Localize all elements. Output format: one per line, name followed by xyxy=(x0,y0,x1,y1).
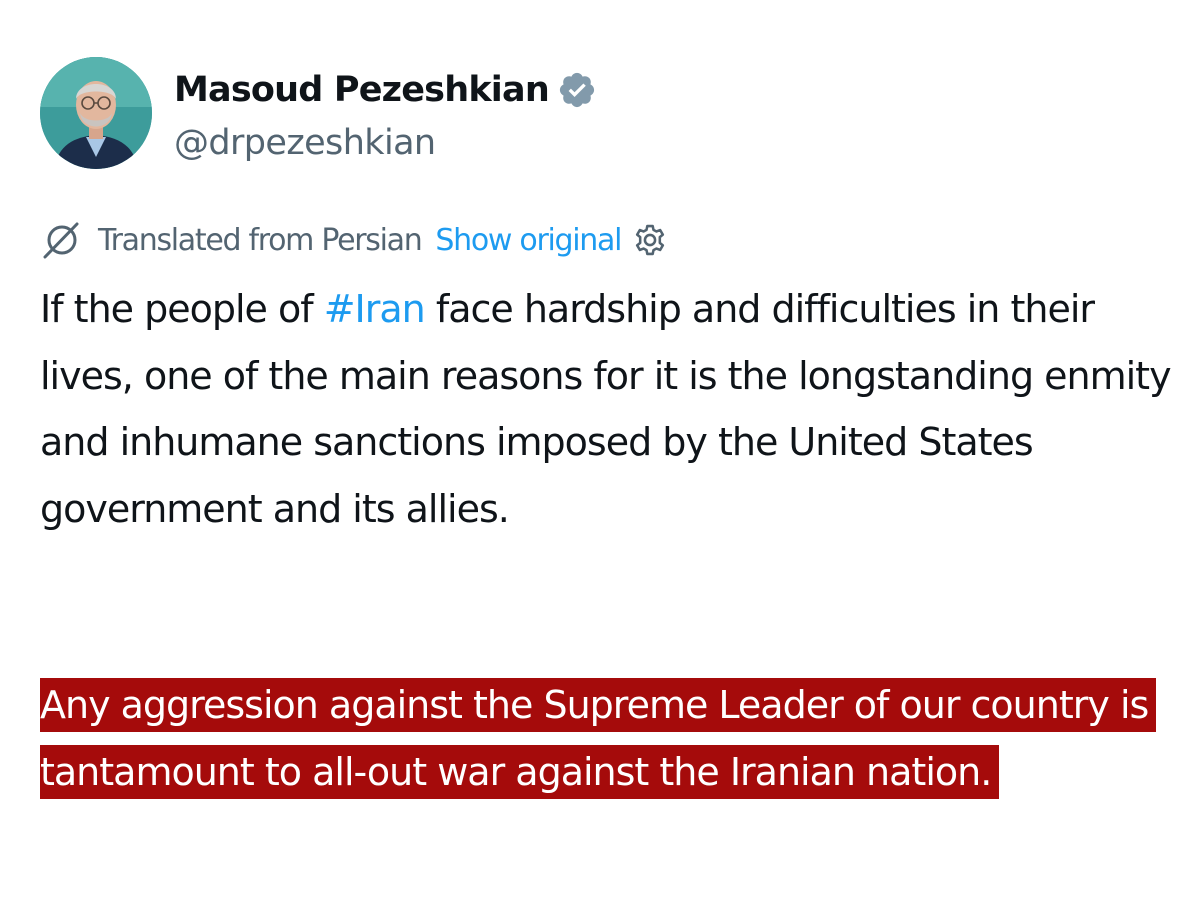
tweet-body: If the people of #Iran face hardship and… xyxy=(40,276,1180,542)
tweet-header: Masoud Pezeshkian @drpezeshkian xyxy=(40,57,597,169)
translate-icon xyxy=(40,219,82,261)
highlighted-statement: Any aggression against the Supreme Leade… xyxy=(40,678,1157,799)
author-display-name[interactable]: Masoud Pezeshkian xyxy=(174,70,550,110)
tweet-paragraph-2: Any aggression against the Supreme Leade… xyxy=(40,672,1180,805)
gear-icon[interactable] xyxy=(631,221,669,259)
avatar-image xyxy=(40,57,152,169)
show-original-link[interactable]: Show original xyxy=(435,223,622,258)
hashtag-link[interactable]: #Iran xyxy=(324,287,426,331)
avatar[interactable] xyxy=(40,57,152,169)
name-row: Masoud Pezeshkian xyxy=(174,63,597,117)
author-names: Masoud Pezeshkian @drpezeshkian xyxy=(174,63,597,163)
author-handle[interactable]: @drpezeshkian xyxy=(174,123,597,163)
verified-badge-icon[interactable] xyxy=(557,70,597,110)
paragraph-text-start: If the people of xyxy=(40,287,324,331)
tweet-card: Masoud Pezeshkian @drpezeshkian Translat… xyxy=(0,0,1200,917)
translated-from-label: Translated from Persian xyxy=(98,222,423,258)
translation-bar: Translated from Persian Show original xyxy=(40,218,669,262)
tweet-paragraph-1: If the people of #Iran face hardship and… xyxy=(40,276,1180,542)
